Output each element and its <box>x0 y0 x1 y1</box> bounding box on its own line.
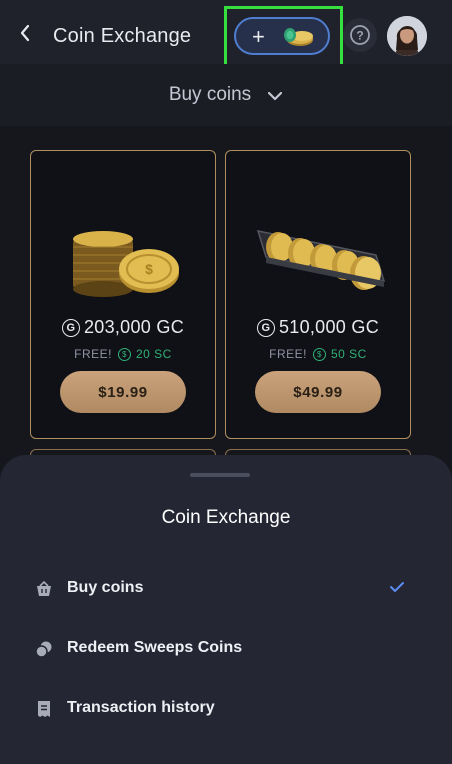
package-card[interactable]: G 510,000 GC FREE! $ 50 SC $49.99 <box>225 150 411 439</box>
buy-button[interactable]: $19.99 <box>60 371 186 413</box>
coin-exchange-sheet: Coin Exchange Buy coins Redeem Sweeps Co… <box>0 455 452 764</box>
gold-coin-icon: G <box>256 318 275 337</box>
coins-icon <box>35 641 52 658</box>
menu-item-transaction-history[interactable]: Transaction history <box>0 686 452 732</box>
basket-icon <box>37 580 51 596</box>
chevron-left-icon <box>20 24 30 42</box>
add-coins-button[interactable]: + <box>234 17 330 55</box>
menu-item-redeem-sweeps[interactable]: Redeem Sweeps Coins <box>0 626 452 672</box>
dropdown-label: Buy coins <box>168 84 252 105</box>
page-title: Coin Exchange <box>53 25 192 47</box>
avatar[interactable] <box>387 16 427 56</box>
chevron-down-icon <box>268 91 283 101</box>
package-bonus: FREE! $ 50 SC <box>269 347 367 361</box>
sheet-title: Coin Exchange <box>161 507 291 528</box>
plus-icon: + <box>252 24 265 49</box>
user-avatar-icon <box>387 16 427 56</box>
coin-tray-icon <box>256 230 386 290</box>
top-bar: Coin Exchange + ? <box>0 0 452 68</box>
sweeps-coin-icon: $ <box>312 347 326 361</box>
check-icon <box>390 582 404 592</box>
menu-item-buy-coins[interactable]: Buy coins <box>0 566 452 612</box>
sweeps-coin-icon: $ <box>117 347 131 361</box>
gold-coin-icon: G <box>61 318 80 337</box>
package-amount: G 510,000 GC <box>226 317 410 338</box>
question-circle-icon: ? <box>350 25 370 45</box>
coin-mode-dropdown[interactable]: Buy coins <box>0 64 452 126</box>
sheet-drag-handle[interactable] <box>190 473 250 477</box>
package-bonus: FREE! $ 20 SC <box>74 347 172 361</box>
buy-button[interactable]: $49.99 <box>255 371 381 413</box>
package-amount: G 203,000 GC <box>31 317 215 338</box>
package-card[interactable]: $ G 203,000 GC FREE! $ 20 SC $19.99 <box>30 150 216 439</box>
svg-text:$: $ <box>145 261 153 277</box>
back-button[interactable] <box>14 22 36 44</box>
help-button[interactable]: ? <box>343 18 377 52</box>
coin-pile-icon: $ <box>73 231 179 297</box>
coin-stack-icon <box>284 28 313 46</box>
svg-text:?: ? <box>356 29 363 43</box>
receipt-icon <box>38 701 50 717</box>
